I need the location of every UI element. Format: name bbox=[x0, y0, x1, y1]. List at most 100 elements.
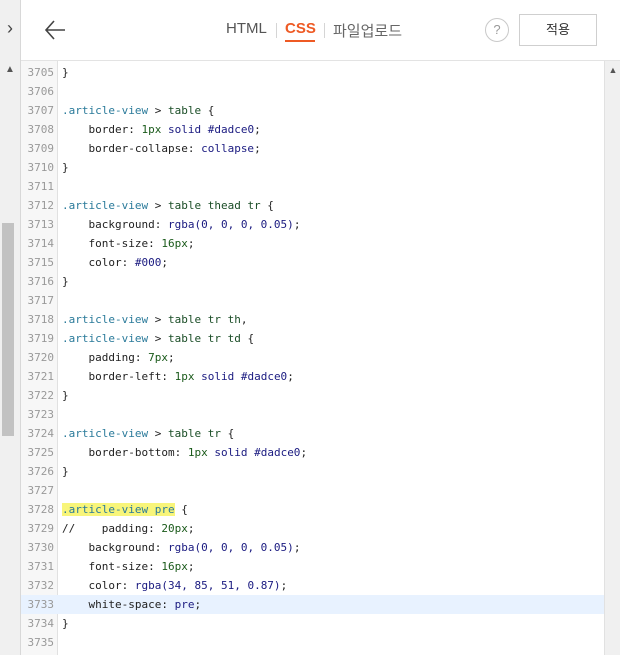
line-number: 3732 bbox=[27, 579, 55, 592]
code-token: > bbox=[148, 332, 168, 345]
code-line[interactable]: 3709 border-collapse: collapse; bbox=[21, 139, 604, 158]
code-token: solid #dadce0 bbox=[207, 446, 301, 459]
scroll-up-arrow-icon[interactable]: ▲ bbox=[608, 65, 618, 75]
code-line[interactable]: 3730 background: rgba(0, 0, 0, 0.05); bbox=[21, 538, 604, 557]
code-line[interactable]: 3734} bbox=[21, 614, 604, 633]
line-number: 3726 bbox=[27, 465, 55, 478]
scrollbar-thumb[interactable] bbox=[2, 223, 14, 436]
tab-html[interactable]: HTML bbox=[226, 20, 268, 37]
tab-file-upload[interactable]: 파일업로드 bbox=[333, 20, 403, 41]
apply-button[interactable]: 적용 bbox=[519, 14, 597, 46]
code-token: ; bbox=[287, 370, 294, 383]
line-number: 3731 bbox=[27, 560, 55, 573]
code-token: ; bbox=[187, 237, 195, 250]
code-text: color: #000; bbox=[62, 253, 168, 272]
code-token: #000 bbox=[134, 256, 162, 269]
code-text: } bbox=[62, 158, 69, 177]
code-line[interactable]: 3708 border: 1px solid #dadce0; bbox=[21, 120, 604, 139]
code-token: 16px bbox=[161, 560, 188, 573]
code-line[interactable]: 3724 .article-view > table tr { bbox=[21, 424, 604, 443]
tab-css[interactable]: CSS bbox=[285, 20, 316, 42]
code-line[interactable]: 3714 font-size: 16px; bbox=[21, 234, 604, 253]
code-token: table tr bbox=[167, 427, 221, 440]
code-line[interactable]: 3711 bbox=[21, 177, 604, 196]
code-text: .article-view > table { bbox=[62, 101, 214, 120]
tab-css-label: CSS bbox=[285, 20, 316, 37]
code-token: ; bbox=[167, 351, 175, 364]
code-line[interactable]: 3719 .article-view > table tr td { bbox=[21, 329, 604, 348]
code-line[interactable]: 3733 white-space: pre; bbox=[21, 595, 604, 614]
code-text: } bbox=[62, 462, 69, 481]
code-token: table tr th bbox=[167, 313, 241, 326]
code-text: background: rgba(0, 0, 0, 0.05); bbox=[62, 538, 300, 557]
scroll-up-arrow-icon[interactable]: ▲ bbox=[3, 64, 17, 76]
line-number: 3711 bbox=[27, 180, 55, 193]
left-panel-strip: › ▲ bbox=[0, 0, 21, 655]
editor-scrollbar[interactable]: ▲ bbox=[604, 61, 620, 655]
code-text: .article-view > table tr td { bbox=[62, 329, 254, 348]
line-number: 3713 bbox=[27, 218, 55, 231]
code-line[interactable]: 3722} bbox=[21, 386, 604, 405]
code-token: } bbox=[62, 161, 69, 174]
line-number: 3722 bbox=[27, 389, 55, 402]
code-line[interactable]: 3718 .article-view > table tr th, bbox=[21, 310, 604, 329]
code-line[interactable]: 3712 .article-view > table thead tr { bbox=[21, 196, 604, 215]
code-line[interactable]: 3725 border-bottom: 1px solid #dadce0; bbox=[21, 443, 604, 462]
code-text: font-size: 16px; bbox=[62, 234, 194, 253]
help-button[interactable]: ? bbox=[485, 18, 509, 42]
code-token: font-size: bbox=[62, 560, 162, 573]
code-text: .article-view > table tr th, bbox=[62, 310, 247, 329]
code-token: background: bbox=[62, 218, 168, 231]
code-token: { bbox=[240, 332, 255, 345]
line-number: 3725 bbox=[27, 446, 55, 459]
code-token: table bbox=[167, 104, 202, 117]
code-line[interactable]: 3731 font-size: 16px; bbox=[21, 557, 604, 576]
code-text: .article-view pre { bbox=[62, 500, 188, 519]
code-line[interactable]: 3713 background: rgba(0, 0, 0, 0.05); bbox=[21, 215, 604, 234]
code-token: rgba(34, 85, 51, 0.87) bbox=[134, 579, 281, 592]
code-line[interactable]: 3735 bbox=[21, 633, 604, 652]
arrow-left-icon[interactable] bbox=[43, 16, 67, 44]
line-number: 3723 bbox=[27, 408, 55, 421]
line-number: 3724 bbox=[27, 427, 55, 440]
active-tab-underline bbox=[285, 40, 315, 42]
code-line[interactable]: 3723 bbox=[21, 405, 604, 424]
code-token: .article-view bbox=[62, 427, 149, 440]
line-number: 3712 bbox=[27, 199, 55, 212]
code-token: 1px bbox=[187, 446, 208, 459]
code-line[interactable]: 3716} bbox=[21, 272, 604, 291]
code-token: } bbox=[62, 465, 69, 478]
code-token: > bbox=[148, 104, 168, 117]
code-token: table thead tr bbox=[167, 199, 261, 212]
code-line[interactable]: 3729 // padding: 20px; bbox=[21, 519, 604, 538]
code-text: white-space: pre; bbox=[62, 595, 201, 614]
code-line[interactable]: 3706 bbox=[21, 82, 604, 101]
code-token: .article-view bbox=[62, 332, 149, 345]
code-text: // padding: 20px; bbox=[62, 519, 194, 538]
code-line[interactable]: 3721 border-left: 1px solid #dadce0; bbox=[21, 367, 604, 386]
code-line[interactable]: 3732 color: rgba(34, 85, 51, 0.87); bbox=[21, 576, 604, 595]
code-line[interactable]: 3727 bbox=[21, 481, 604, 500]
code-text: .article-view > table tr { bbox=[62, 424, 234, 443]
code-line[interactable]: 3726} bbox=[21, 462, 604, 481]
code-line[interactable]: 3715 color: #000; bbox=[21, 253, 604, 272]
line-number: 3720 bbox=[27, 351, 55, 364]
code-line[interactable]: 3707 .article-view > table { bbox=[21, 101, 604, 120]
chevron-right-icon[interactable]: › bbox=[3, 18, 17, 38]
code-token: { bbox=[220, 427, 235, 440]
code-token: 16px bbox=[161, 237, 188, 250]
code-token: table tr td bbox=[167, 332, 241, 345]
line-number: 3708 bbox=[27, 123, 55, 136]
code-token: ; bbox=[254, 123, 261, 136]
code-token: > bbox=[148, 313, 168, 326]
code-token: ; bbox=[187, 522, 195, 535]
code-line[interactable]: 3720 padding: 7px; bbox=[21, 348, 604, 367]
code-line[interactable]: 3728 .article-view pre { bbox=[21, 500, 604, 519]
line-number: 3709 bbox=[27, 142, 55, 155]
code-line[interactable]: 3705} bbox=[21, 63, 604, 82]
code-line[interactable]: 3717 bbox=[21, 291, 604, 310]
code-token: { bbox=[174, 503, 188, 516]
code-editor[interactable]: 3705} 3706 3707 .article-view > table {3708… bbox=[21, 61, 604, 655]
tab-divider bbox=[276, 23, 277, 38]
code-line[interactable]: 3710} bbox=[21, 158, 604, 177]
